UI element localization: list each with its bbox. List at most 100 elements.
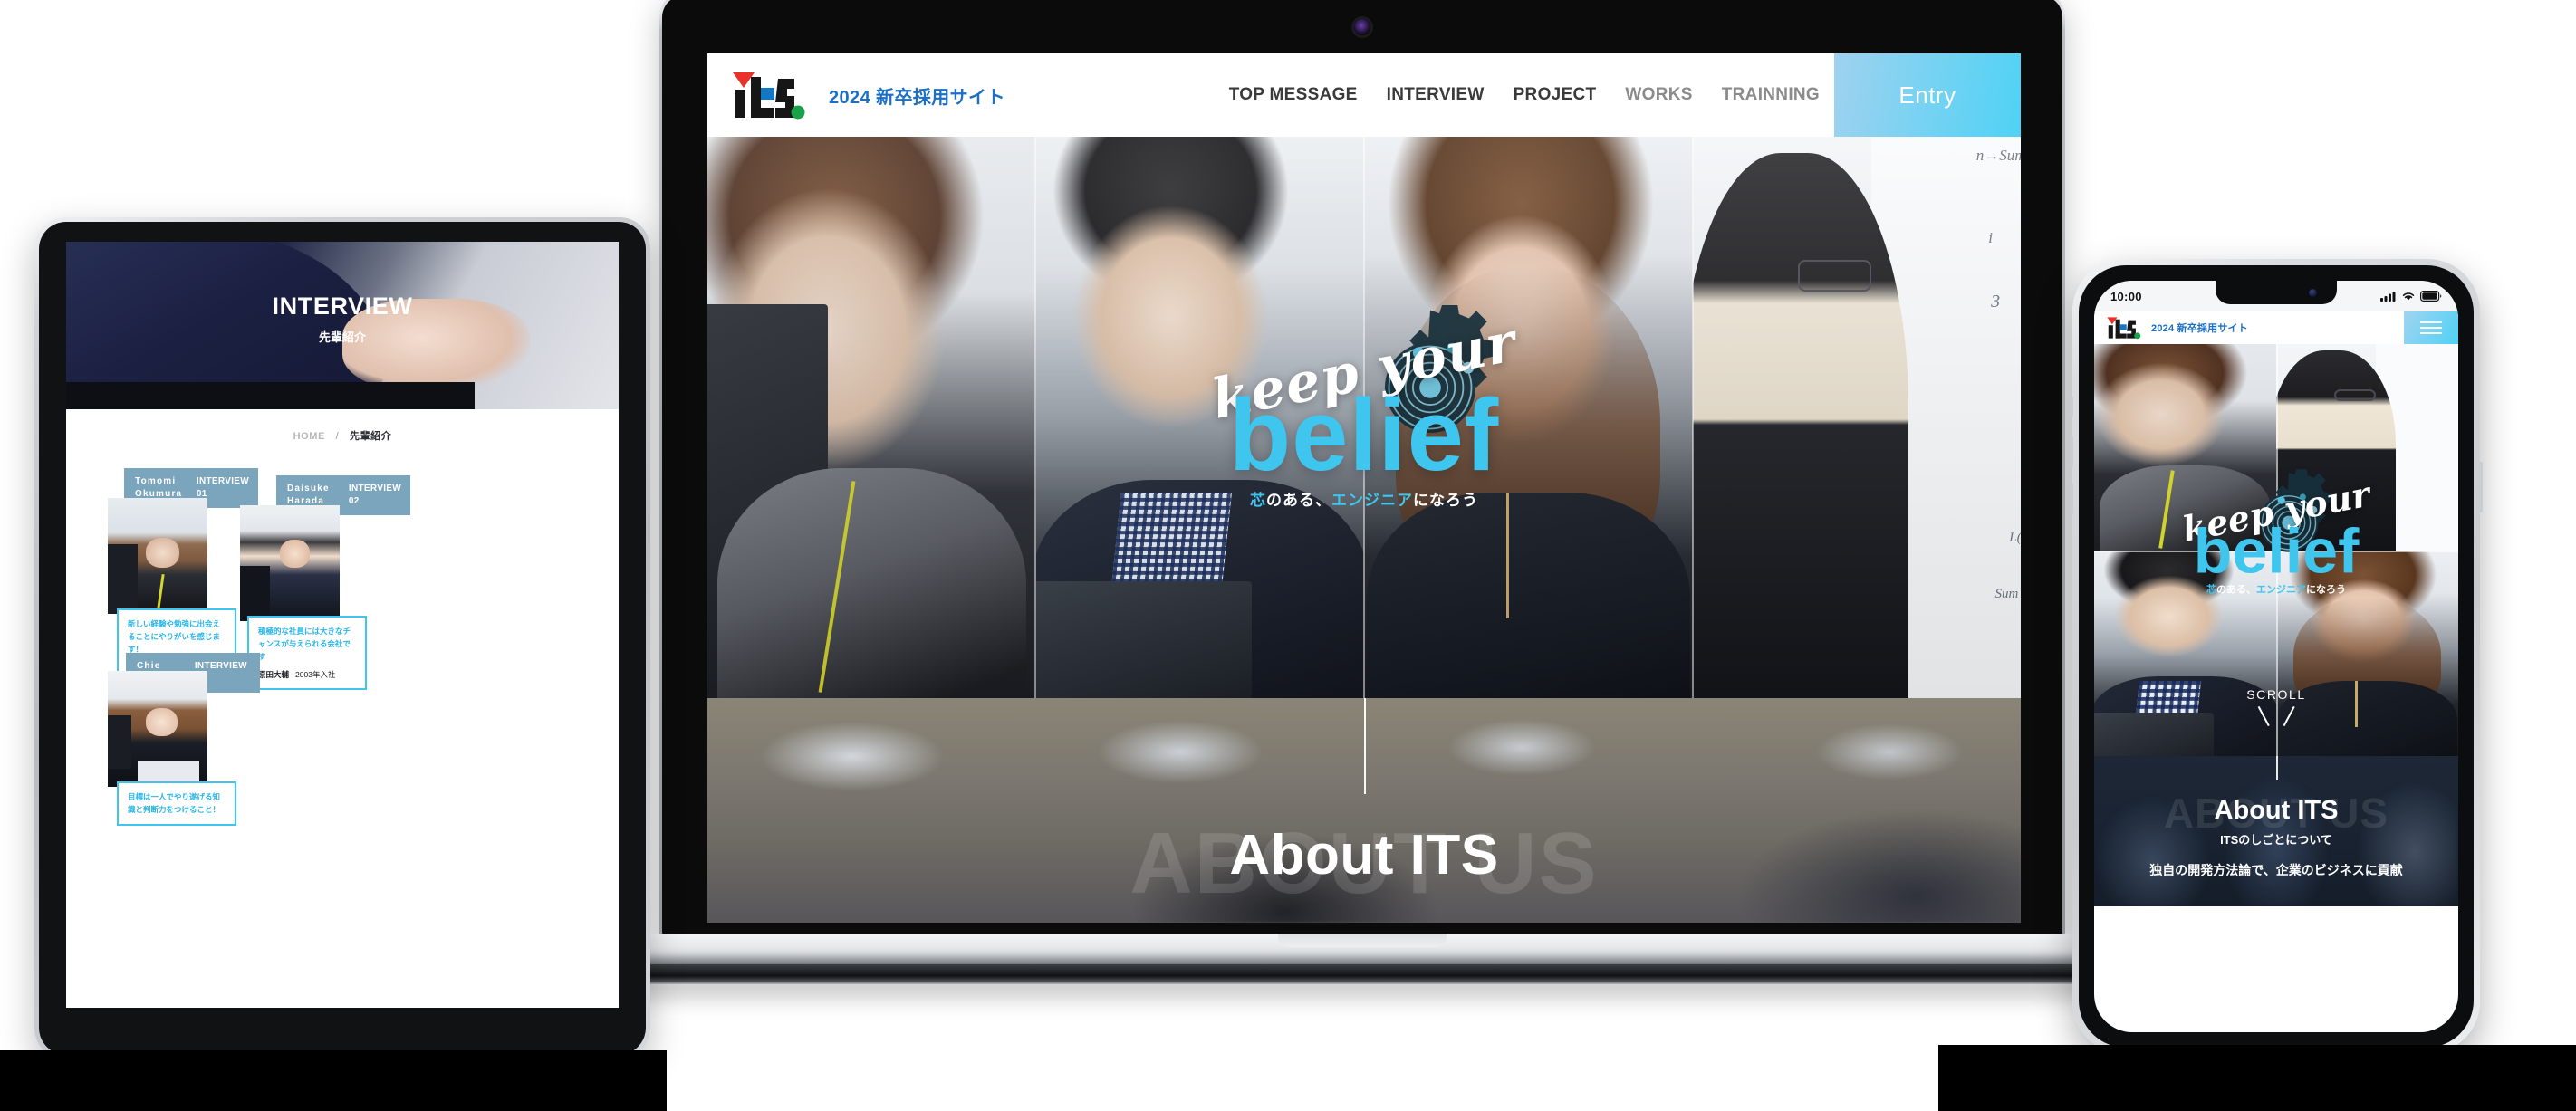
tablet-hero: INTERVIEW 先輩紹介: [66, 242, 619, 409]
nav-item-top-message[interactable]: TOP MESSAGE: [1215, 85, 1372, 105]
hero-jp-accent: 芯: [1250, 492, 1266, 510]
screenshot-stage: 2024 新卒採用サイト TOP MESSAGE INTERVIEW PROJE…: [0, 0, 2576, 1111]
interview-card-3-quote: 目標は一人でやり遂げる知識と判断力をつけること！: [128, 792, 221, 815]
interview-card-list: Tomomi Okumura INTERVIEW 01 新しい経験や勉強に出会える…: [66, 443, 619, 827]
phone-frame: 10:00 2024 新卒採用サイト keep your belief 芯のある…: [2072, 259, 2480, 1054]
phone-about-subtitle: ITSのしごとについて: [2220, 833, 2332, 847]
breadcrumb-home[interactable]: HOME: [293, 431, 325, 442]
tablet-hero-subtitle: 先輩紹介: [318, 330, 367, 345]
phone-jp-rest-2: になろう: [2306, 584, 2346, 596]
phone-hero: keep your belief 芯のある、エンジニアになろう SCROLL: [2094, 344, 2458, 756]
tablet-screen: INTERVIEW 先輩紹介 HOME / 先輩紹介 Tomomi Okumur…: [66, 242, 619, 1008]
battery-icon: [2420, 291, 2442, 302]
site-tagline: 2024 新卒採用サイト: [829, 87, 1005, 108]
laptop-foot: [607, 964, 2118, 984]
hero-jp-tagline: 芯のある、エンジニアになろう: [1110, 487, 1618, 510]
phone-notch: [2216, 281, 2337, 304]
interview-card-2-number: INTERVIEW 02: [348, 484, 401, 506]
hero-section: n→Sum i 3 L(i,j) Sum: [707, 137, 2021, 698]
laptop-base-notch: [1278, 934, 1447, 947]
hero-jp-rest-1: のある、: [1266, 492, 1331, 510]
breadcrumb: HOME / 先輩紹介: [66, 409, 619, 443]
tablet-bezel: INTERVIEW 先輩紹介 HOME / 先輩紹介 Tomomi Okumur…: [39, 222, 646, 1055]
whiteboard-ink-3: 3: [1991, 292, 2001, 312]
interview-card-2-quote-box: 積極的な社員には大きなチャンスが与えられる会社です 原田大輔 2003年入社: [247, 616, 367, 691]
interview-card-1-photo: [108, 498, 207, 614]
phone-device: 10:00 2024 新卒採用サイト keep your belief 芯のある…: [2070, 259, 2483, 1054]
hamburger-icon[interactable]: [2404, 311, 2458, 344]
interview-card-2-person: 原田大輔 2003年入社: [258, 670, 336, 680]
main-nav: TOP MESSAGE INTERVIEW PROJECT WORKS TRAI…: [1215, 53, 2021, 137]
phone-bezel: 10:00 2024 新卒採用サイト keep your belief 芯のある…: [2079, 265, 2474, 1048]
hero-photo-1: [707, 137, 1036, 698]
chevron-down-icon: [2257, 705, 2295, 725]
phone-about-divider-line: [2276, 756, 2278, 780]
its-logo-icon[interactable]: [2103, 316, 2143, 340]
phone-about-title: About ITS: [2214, 796, 2339, 825]
laptop-screen: 2024 新卒採用サイト TOP MESSAGE INTERVIEW PROJE…: [707, 53, 2021, 923]
nav-item-works[interactable]: WORKS: [1610, 85, 1706, 105]
phone-jp-accent-2: エンジニア: [2256, 584, 2306, 596]
silent-switch[interactable]: [2070, 397, 2073, 417]
laptop-bezel: 2024 新卒採用サイト TOP MESSAGE INTERVIEW PROJE…: [662, 0, 2062, 937]
phone-hero-main-word: belief: [2193, 514, 2360, 586]
phone-hero-keyvisual: keep your belief 芯のある、エンジニアになろう: [2127, 468, 2426, 597]
tablet-hero-text: INTERVIEW 先輩紹介: [273, 292, 413, 345]
interview-card-3-photo: [108, 671, 207, 787]
whiteboard-ink-4: L(i,j): [2009, 530, 2021, 545]
about-section: ABOUT US About ITS: [707, 698, 2021, 923]
about-title: About ITS: [1229, 824, 1499, 886]
interview-card-2-quote: 積極的な社員には大きなチャンスが与えられる会社です: [258, 627, 351, 662]
tablet-hero-title: INTERVIEW: [272, 292, 413, 321]
whiteboard-ink-2: i: [1988, 228, 1993, 246]
interview-card-2-photo: [240, 505, 340, 621]
volume-down-button[interactable]: [2070, 484, 2073, 514]
phone-about-section: ABOUT US About ITS ITSのしごとについて 独自の開発方法論で…: [2094, 756, 2458, 906]
hero-photo-4: n→Sum i 3 L(i,j) Sum: [1692, 137, 2021, 698]
laptop-device: 2024 新卒採用サイト TOP MESSAGE INTERVIEW PROJE…: [607, 0, 2118, 989]
nav-item-trainning[interactable]: TRAINNING: [1707, 85, 1834, 105]
tablet-frame: INTERVIEW 先輩紹介 HOME / 先輩紹介 Tomomi Okumur…: [34, 217, 650, 1059]
laptop-lid: 2024 新卒採用サイト TOP MESSAGE INTERVIEW PROJE…: [659, 0, 2065, 940]
phone-hero-jp-tagline: 芯のある、エンジニアになろう: [2127, 581, 2426, 596]
entry-button[interactable]: Entry: [1834, 53, 2021, 137]
whiteboard-ink-1: n→Sum: [1975, 147, 2021, 165]
scroll-indicator[interactable]: SCROLL: [2246, 687, 2306, 725]
front-camera-icon: [2309, 289, 2317, 297]
interview-card-1-name-en: Tomomi Okumura: [135, 476, 183, 499]
status-icons: [2380, 291, 2442, 302]
phone-site-tagline: 2024 新卒採用サイト: [2151, 323, 2248, 334]
phone-jp-rest-1: のある、: [2216, 584, 2256, 596]
bottom-left-black-bar: [0, 1050, 667, 1111]
its-logo-icon[interactable]: [727, 70, 807, 120]
nav-item-project[interactable]: PROJECT: [1499, 85, 1611, 105]
volume-up-button[interactable]: [2070, 436, 2073, 467]
interview-card-2-name-en: Daisuke Harada: [287, 484, 330, 506]
hero-jp-rest-2: になろう: [1413, 492, 1478, 510]
phone-jp-accent: 芯: [2206, 584, 2216, 596]
interview-card-3-quote-box: 目標は一人でやり遂げる知識と判断力をつけること！: [117, 781, 236, 827]
webcam-icon: [1354, 19, 1370, 35]
whiteboard-ink-5: Sum: [1994, 587, 2019, 602]
phone-screen: 10:00 2024 新卒採用サイト keep your belief 芯のある…: [2094, 281, 2458, 1032]
site-header: 2024 新卒採用サイト TOP MESSAGE INTERVIEW PROJE…: [707, 53, 2021, 137]
bottom-right-black-bar: [1938, 1045, 2576, 1111]
about-divider-line: [1364, 698, 1366, 794]
breadcrumb-separator: /: [335, 431, 340, 442]
tablet-body: HOME / 先輩紹介 Tomomi Okumura INTERVIEW01: [66, 409, 619, 1008]
breadcrumb-current: 先輩紹介: [349, 431, 392, 442]
interview-card-1-quote: 新しい経験や勉強に出会えることにやりがいを感じます！: [128, 619, 221, 655]
hero-main-word: belief: [1228, 378, 1500, 493]
scroll-label: SCROLL: [2246, 687, 2306, 702]
status-time: 10:00: [2110, 289, 2142, 303]
hero-keyvisual: keep your belief 芯のある、エンジニアになろう: [1110, 305, 1618, 510]
nav-item-interview[interactable]: INTERVIEW: [1372, 85, 1499, 105]
hero-jp-accent-2: エンジニア: [1331, 492, 1413, 510]
cellular-signal-icon: [2380, 292, 2396, 302]
interview-card-1-number: INTERVIEW 01: [196, 476, 249, 499]
wifi-icon: [2402, 292, 2415, 301]
tablet-device: INTERVIEW 先輩紹介 HOME / 先輩紹介 Tomomi Okumur…: [34, 217, 650, 1059]
phone-site-header: 2024 新卒採用サイト: [2094, 311, 2458, 344]
power-button[interactable]: [2479, 462, 2483, 512]
phone-about-lead: 独自の開発方法論で、企業のビジネスに貢献: [2149, 863, 2403, 877]
